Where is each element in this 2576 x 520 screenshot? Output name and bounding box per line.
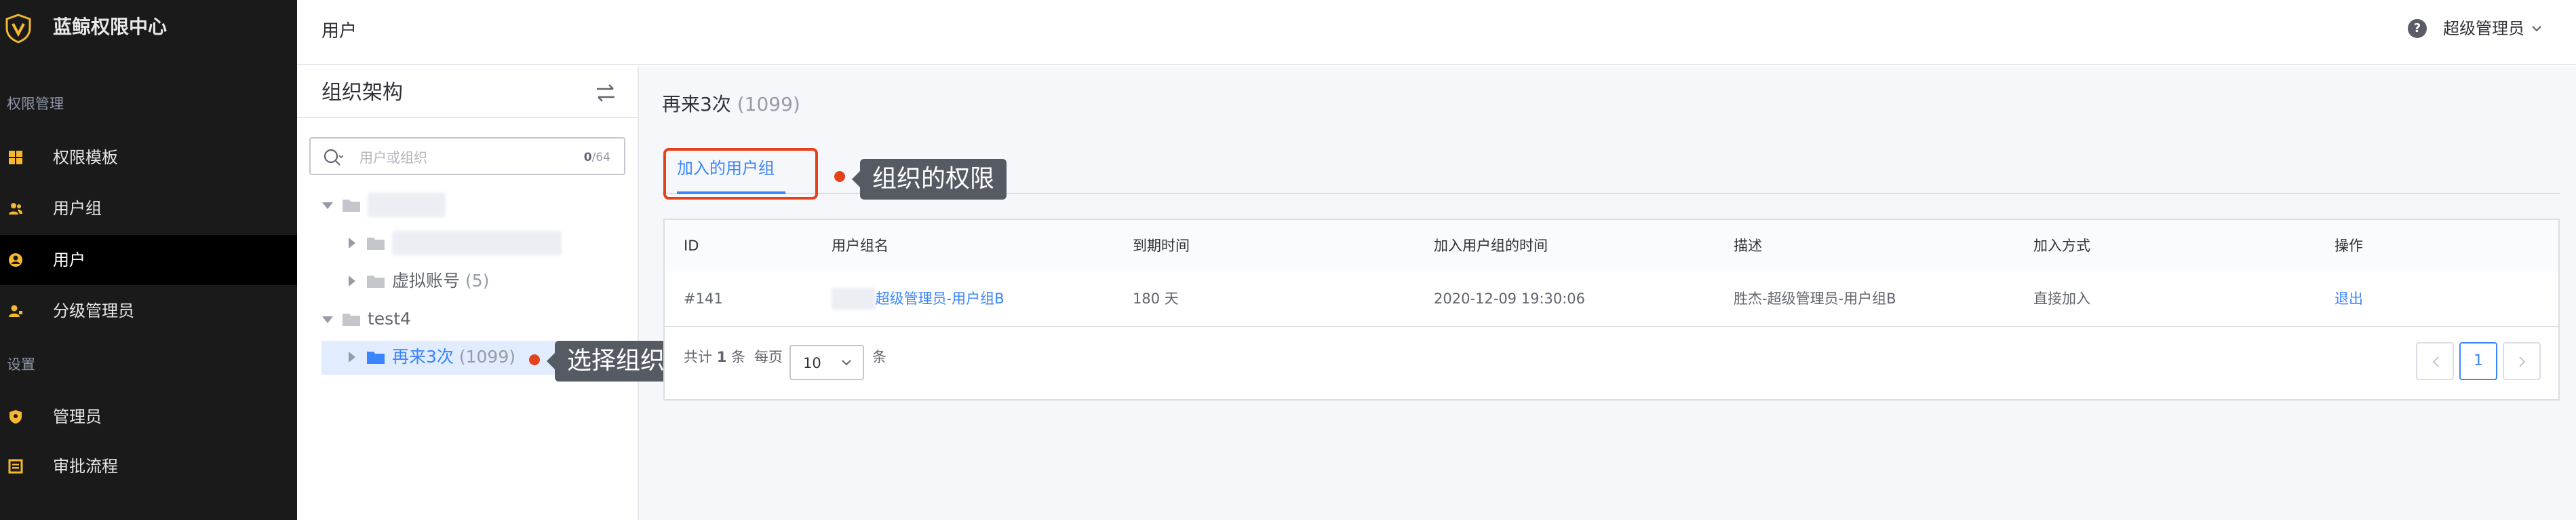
sidebar-item-user[interactable]: 用户 xyxy=(0,235,297,285)
sidebar-item-label: 审批流程 xyxy=(53,457,118,476)
chevron-left-icon xyxy=(2432,356,2439,367)
col-description: 描述 xyxy=(1734,238,1762,254)
approval-flow-icon xyxy=(8,459,23,474)
grade-admin-icon xyxy=(9,305,22,317)
sidebar-item-admin[interactable]: 管理员 xyxy=(0,392,297,442)
annotation-org-permission: 组织的权限 xyxy=(851,159,1007,200)
sidebar-item-label: 分级管理员 xyxy=(53,301,134,320)
pagination: 共计 1 条 每页 10 条 1 xyxy=(663,327,2560,401)
per-page-select[interactable]: 10 xyxy=(789,345,864,380)
cell-join-method: 直接加入 xyxy=(2033,291,2090,307)
cell-join-time: 2020-12-09 19:30:06 xyxy=(1434,291,1586,307)
annotation-dot xyxy=(529,354,540,365)
org-panel-header: 组织架构 xyxy=(297,67,638,118)
chevron-down-icon[interactable] xyxy=(2529,20,2545,37)
nav-group-settings: 设置 xyxy=(7,356,35,373)
exit-link[interactable]: 退出 xyxy=(2335,288,2363,310)
tree-node-label: 虚拟账号 (5) xyxy=(392,271,490,291)
folder-icon xyxy=(367,276,385,288)
per-page-suffix: 条 xyxy=(872,349,886,365)
user-icon xyxy=(9,253,22,267)
next-page-button[interactable] xyxy=(2503,342,2541,380)
tree-node-test4[interactable]: test4 xyxy=(297,303,638,337)
cell-description: 胜杰-超级管理员-用户组B xyxy=(1734,291,1896,307)
sidebar-item-label: 用户 xyxy=(53,250,85,270)
col-join-time: 加入用户组的时间 xyxy=(1434,238,1548,254)
nav-group-permission: 权限管理 xyxy=(7,96,64,112)
tree-node-virtual-account[interactable]: 虚拟账号 (5) xyxy=(297,265,638,299)
swap-icon[interactable] xyxy=(594,81,617,105)
org-panel-title: 组织架构 xyxy=(321,81,403,105)
cell-id: #141 xyxy=(684,291,723,307)
col-group-name: 用户组名 xyxy=(832,238,889,254)
total-count: 共计 1 条 xyxy=(684,349,745,365)
col-join-method: 加入方式 xyxy=(2033,238,2090,254)
table-row: #141 ████超级管理员-用户组B 180 天 2020-12-09 19:… xyxy=(663,272,2560,327)
org-panel: 组织架构 用户或组织 0/64 ██████ █████████████ 虚拟账… xyxy=(297,67,639,520)
sidebar-item-template[interactable]: 权限模板 xyxy=(0,132,297,183)
admin-shield-icon xyxy=(9,410,22,424)
tree-node-department[interactable]: █████████████ xyxy=(297,227,638,261)
col-actions: 操作 xyxy=(2335,238,2363,254)
tree-node-label: test4 xyxy=(368,309,411,329)
template-grid-icon xyxy=(9,151,22,164)
help-icon[interactable]: ? xyxy=(2408,19,2427,38)
brand[interactable]: 蓝鲸权限中心 xyxy=(0,0,297,56)
current-user[interactable]: 超级管理员 xyxy=(2443,16,2524,41)
tree-node-company[interactable]: ██████ xyxy=(297,189,638,223)
top-header: 用户 ? 超级管理员 xyxy=(297,0,2576,65)
folder-icon xyxy=(367,352,385,364)
col-expire: 到期时间 xyxy=(1133,238,1190,254)
sidebar: 蓝鲸权限中心 权限管理 权限模板 用户组 用户 分级管理员 设置 管理员 审批流… xyxy=(0,0,297,520)
page-number[interactable]: 1 xyxy=(2459,342,2497,380)
table-header: ID 用户组名 到期时间 加入用户组的时间 描述 加入方式 操作 xyxy=(663,219,2560,273)
cell-group-name[interactable]: ████超级管理员-用户组B xyxy=(832,288,1004,310)
app-title: 蓝鲸权限中心 xyxy=(53,16,168,38)
sidebar-item-label: 用户组 xyxy=(53,199,102,218)
caret-right-icon xyxy=(349,352,355,363)
sidebar-item-user-group[interactable]: 用户组 xyxy=(0,183,297,234)
folder-icon xyxy=(343,200,360,212)
annotation-dot xyxy=(834,171,845,182)
chevron-right-icon xyxy=(2519,356,2526,367)
per-page-value: 10 xyxy=(803,355,821,371)
tree-node-label: █████████████ xyxy=(392,231,562,255)
sidebar-item-label: 管理员 xyxy=(53,407,102,426)
bluking-logo-icon xyxy=(5,14,31,43)
folder-icon xyxy=(367,238,385,250)
search-placeholder: 用户或组织 xyxy=(359,149,427,166)
sidebar-item-label: 权限模板 xyxy=(53,148,118,167)
search-count: 0/64 xyxy=(583,151,610,164)
caret-right-icon xyxy=(349,238,355,248)
sidebar-item-grade-admin[interactable]: 分级管理员 xyxy=(0,286,297,336)
search-icon xyxy=(324,149,343,166)
user-group-icon xyxy=(9,203,22,215)
cell-expire: 180 天 xyxy=(1133,291,1179,307)
per-page-label: 每页 xyxy=(754,349,783,365)
prev-page-button[interactable] xyxy=(2416,342,2454,380)
caret-down-icon xyxy=(322,202,333,209)
folder-icon xyxy=(343,314,360,326)
col-id: ID xyxy=(684,238,699,254)
org-search-input[interactable]: 用户或组织 0/64 xyxy=(309,137,625,175)
chevron-down-icon xyxy=(842,360,851,366)
sidebar-item-approval[interactable]: 审批流程 xyxy=(0,441,297,491)
caret-right-icon xyxy=(349,276,355,286)
page-title: 再来3次 (1099) xyxy=(662,93,800,115)
tree-node-label: ██████ xyxy=(368,193,446,217)
highlight-box xyxy=(663,148,818,200)
breadcrumb: 用户 xyxy=(321,21,357,41)
tree-node-label: 再来3次 (1099) xyxy=(392,347,515,367)
annotation-select-org: 选择组织 xyxy=(546,341,678,382)
caret-down-icon xyxy=(322,316,333,323)
